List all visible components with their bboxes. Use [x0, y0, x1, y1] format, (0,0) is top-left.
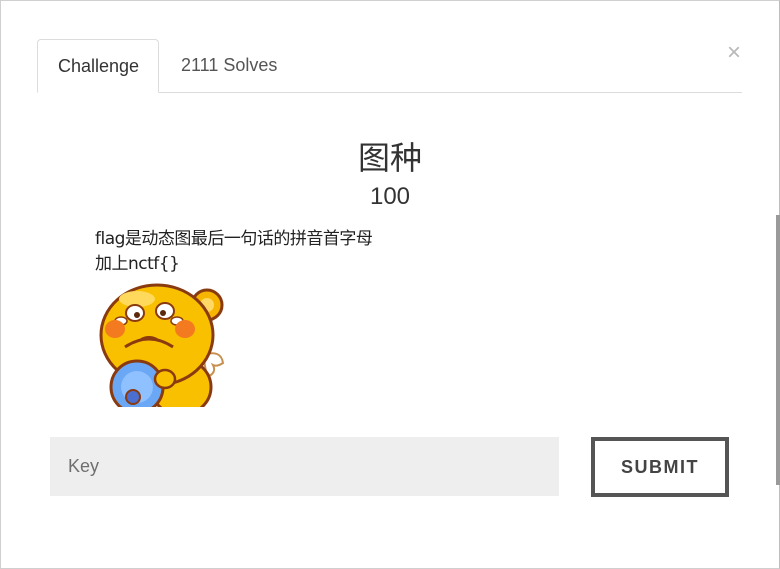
description-line: 加上nctf{}: [95, 254, 180, 274]
scrollbar-edge: [776, 215, 780, 485]
submit-button[interactable]: SUBMIT: [591, 437, 729, 497]
key-input[interactable]: [50, 437, 559, 496]
close-icon[interactable]: ×: [723, 39, 745, 67]
challenge-description: flag是动态图最后一句话的拼音首字母 加上nctf{}: [95, 227, 373, 277]
challenge-title: 图种: [357, 139, 422, 177]
tab-challenge[interactable]: Challenge: [37, 39, 159, 93]
challenge-gif-image: [95, 277, 229, 407]
description-line: flag是动态图最后一句话的拼音首字母: [95, 229, 373, 249]
tab-bar: Challenge 2111 Solves: [37, 39, 742, 93]
challenge-modal: Challenge 2111 Solves × 图种 100 flag是动态图最…: [0, 0, 780, 569]
tab-solves[interactable]: 2111 Solves: [161, 39, 297, 91]
challenge-value: 100: [369, 183, 411, 210]
crying-cartoon-icon: [99, 283, 225, 407]
